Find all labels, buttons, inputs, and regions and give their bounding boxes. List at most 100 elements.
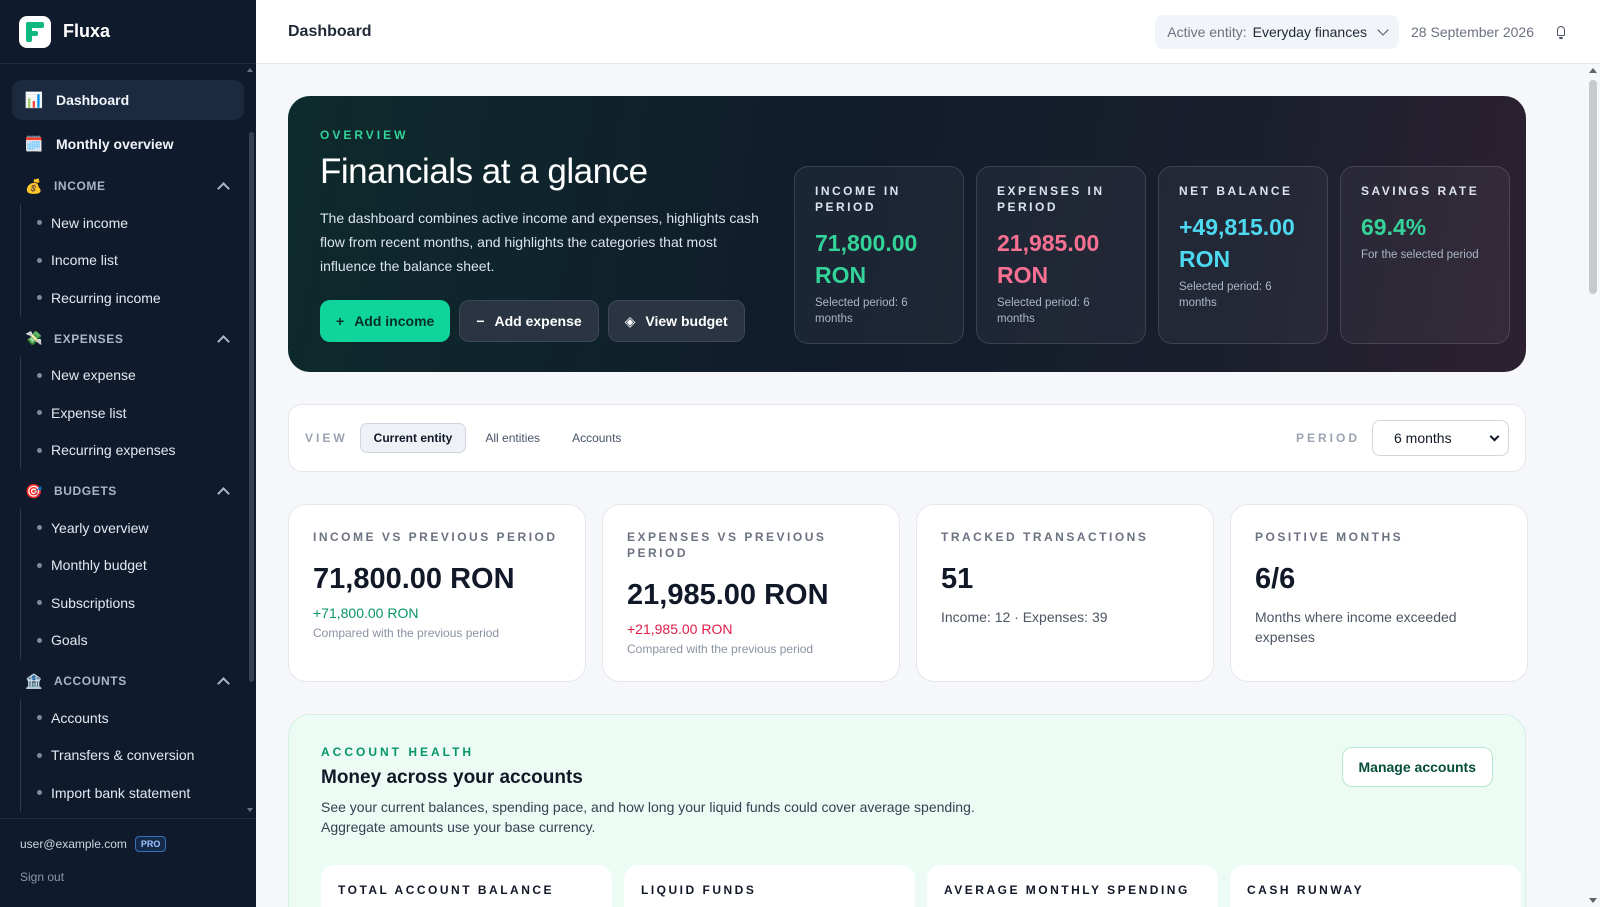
metric-income-vs-previous: INCOME VS PREVIOUS PERIOD 71,800.00 RON … [288,504,586,682]
sidebar-item-label: Goals [51,632,88,649]
user-email: user@example.com [20,837,127,851]
button-label: Add expense [494,313,582,329]
button-label: View budget [645,313,728,329]
sidebar-item-recurring-expenses[interactable]: Recurring expenses [37,432,244,470]
sidebar-item-monthly-budget[interactable]: Monthly budget [37,547,244,585]
page-title: Dashboard [288,22,372,40]
manage-accounts-button[interactable]: Manage accounts [1341,747,1493,787]
sidebar-item-transfers[interactable]: Transfers & conversion [37,737,244,775]
sidebar-scrollbar[interactable] [249,132,254,682]
sidebar-section-income[interactable]: 💰 INCOME [12,168,244,204]
sidebar-item-accounts[interactable]: Accounts [37,699,244,737]
bullet-icon [37,525,42,531]
brand-name: Fluxa [63,21,111,41]
sidebar-item-label: Recurring expenses [51,442,176,459]
sidebar-item-goals[interactable]: Goals [37,622,244,660]
sidebar-item-label: Yearly overview [51,519,149,536]
period-select[interactable]: 6 months [1372,420,1509,456]
scroll-up-arrow-icon[interactable] [1589,68,1597,73]
stat-sub: Selected period: 6 months [997,297,1090,325]
metric-value: 71,800.00 RON [313,563,515,595]
scroll-thumb[interactable] [1589,80,1597,294]
stat-value: 71,800.00 RON [815,230,918,288]
bullet-icon [37,295,42,301]
sidebar-item-expense-list[interactable]: Expense list [37,394,244,432]
sidebar-item-yearly-overview[interactable]: Yearly overview [37,509,244,547]
overview-hero: OVERVIEW Financials at a glance The dash… [288,96,1526,372]
sidebar-section-accounts[interactable]: 🏦 ACCOUNTS [12,663,244,699]
view-budget-button[interactable]: ◈ View budget [607,300,745,342]
sidebar-section-budgets[interactable]: 🎯 BUDGETS [12,473,244,509]
sidebar-item-new-expense[interactable]: New expense [37,357,244,395]
sidebar-item-recurring-income[interactable]: Recurring income [37,279,244,317]
hero-stats: INCOME IN PERIOD 71,800.00 RON Selected … [794,166,1510,344]
sidebar-item-label: Monthly budget [51,557,147,574]
chevron-up-icon[interactable] [217,487,230,500]
chevron-down-icon [1377,23,1389,36]
account-health-eyebrow: ACCOUNT HEALTH [321,745,475,759]
scroll-down-arrow-icon[interactable] [247,808,253,812]
diamond-icon: ◈ [624,312,636,329]
sidebar-item-import-bank-statement[interactable]: Import bank statement [37,774,244,812]
sidebar-item-label: Transfers & conversion [51,747,195,764]
hero-actions: + Add income − Add expense ◈ View budget [320,300,745,342]
sidebar-item-label: New income [51,214,129,231]
sidebar-item-new-income[interactable]: New income [37,204,244,242]
bullet-icon [37,600,42,606]
money-bag-icon: 💰 [24,177,44,194]
sidebar-item-subscriptions[interactable]: Subscriptions [37,584,244,622]
card-label: TOTAL ACCOUNT BALANCE [338,883,555,897]
sidebar-item-label: Monthly overview [56,136,174,152]
sidebar-item-income-list[interactable]: Income list [37,242,244,280]
topbar: Dashboard Active entity: Everyday financ… [256,0,1600,64]
metric-text: Income: 12 · Expenses: 39 [941,609,1108,625]
metric-expenses-vs-previous: EXPENSES VS PREVIOUS PERIOD 21,985.00 RO… [602,504,900,682]
sidebar-item-label: Accounts [51,709,109,726]
stat-card-expenses: EXPENSES IN PERIOD 21,985.00 RON Selecte… [976,166,1146,344]
tab-current-entity[interactable]: Current entity [359,423,467,453]
chevron-up-icon[interactable] [217,334,230,348]
target-icon: 🎯 [24,482,44,499]
active-entity-label: Active entity: [1167,23,1247,40]
card-label: AVERAGE MONTHLY SPENDING [944,883,1190,897]
chevron-up-icon[interactable] [217,182,230,195]
main-scrollbar[interactable] [1586,64,1600,907]
sidebar-item-label: Income list [51,252,118,269]
add-income-button[interactable]: + Add income [320,300,451,342]
sign-out-link[interactable]: Sign out [20,870,236,884]
active-entity-value: Everyday finances [1252,23,1368,40]
notification-bell-icon[interactable] [1554,24,1568,40]
chevron-up-icon[interactable] [217,677,230,690]
bullet-icon [37,447,42,453]
scroll-down-arrow-icon[interactable] [1589,898,1597,903]
sidebar-item-dashboard[interactable]: 📊 Dashboard [12,80,244,120]
active-entity-selector[interactable]: Active entity: Everyday finances [1155,14,1400,49]
card-cash-runway: CASH RUNWAY [1230,865,1521,907]
scroll-up-arrow-icon[interactable] [247,68,253,72]
bullet-icon [37,637,42,643]
sidebar-item-monthly-overview[interactable]: 🗓️ Monthly overview [12,124,244,164]
chevron-down-icon [1489,431,1500,441]
metric-delta: +71,800.00 RON [313,605,419,621]
stat-sub: Selected period: 6 months [815,297,908,325]
account-health-description: See your current balances, spending pace… [321,799,975,835]
tab-all-entities[interactable]: All entities [472,423,553,453]
card-label: CASH RUNWAY [1247,883,1365,897]
bullet-icon [37,257,42,263]
metric-label: TRACKED TRANSACTIONS [941,530,1149,544]
card-label: LIQUID FUNDS [641,883,757,897]
stat-label: NET BALANCE [1179,184,1293,198]
account-health-section: ACCOUNT HEALTH Money across your account… [288,714,1526,907]
stat-card-income: INCOME IN PERIOD 71,800.00 RON Selected … [794,166,964,344]
sidebar-section-label: ACCOUNTS [54,674,127,688]
tab-accounts[interactable]: Accounts [559,423,634,453]
metric-label: POSITIVE MONTHS [1255,530,1404,544]
sidebar-item-label: Subscriptions [51,594,136,611]
hero-description: The dashboard combines active income and… [320,210,759,274]
current-date: 28 September 2026 [1411,23,1534,40]
add-expense-button[interactable]: − Add expense [459,300,599,342]
sidebar-section-expenses[interactable]: 💸 EXPENSES [12,321,244,357]
bullet-icon [37,372,42,378]
card-average-monthly-spending: AVERAGE MONTHLY SPENDING [927,865,1218,907]
brand[interactable]: Fluxa [0,0,256,64]
